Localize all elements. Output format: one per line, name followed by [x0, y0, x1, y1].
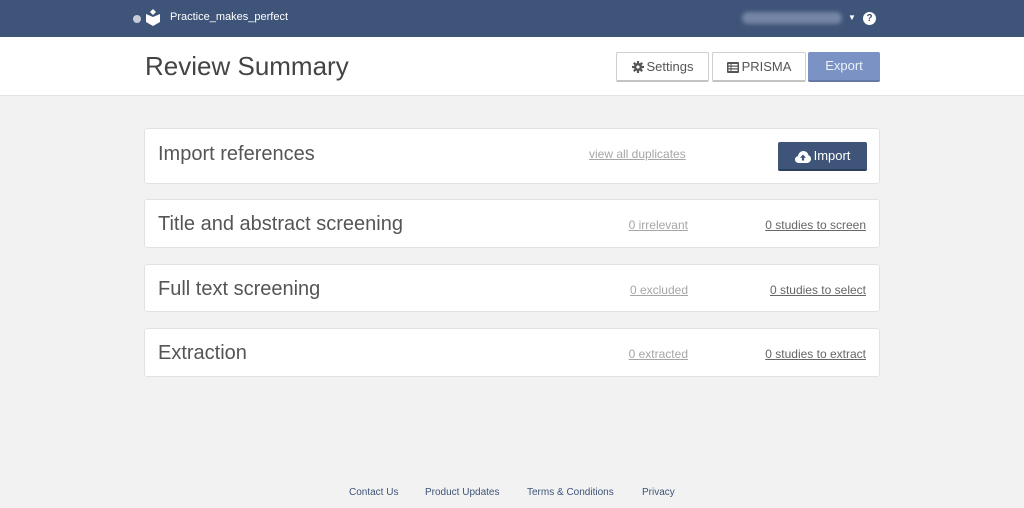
studies-to-screen-link[interactable]: 0 studies to screen — [765, 218, 866, 232]
settings-label: Settings — [646, 59, 694, 74]
export-button[interactable]: Export — [808, 52, 880, 82]
extraction-title: Extraction — [158, 342, 247, 364]
excluded-link[interactable]: 0 excluded — [630, 283, 688, 297]
help-icon[interactable]: ? — [863, 12, 876, 25]
gear-icon — [631, 61, 644, 73]
footer-link-product-updates[interactable]: Product Updates — [425, 487, 500, 498]
import-references-card: Import references view all duplicates Im… — [144, 128, 880, 184]
studies-to-extract-link[interactable]: 0 studies to extract — [765, 347, 866, 361]
studies-to-select-link[interactable]: 0 studies to select — [770, 283, 866, 297]
page-title: Review Summary — [145, 51, 349, 81]
export-label: Export — [825, 58, 863, 73]
import-label: Import — [813, 148, 851, 163]
footer-link-terms-conditions[interactable]: Terms & Conditions — [527, 487, 614, 498]
full-text-screening-title: Full text screening — [158, 278, 321, 300]
import-button[interactable]: Import — [778, 142, 867, 171]
prisma-button[interactable]: PRISMA — [712, 52, 806, 82]
full-text-screening-card: Full text screening 0 excluded 0 studies… — [144, 264, 880, 312]
user-menu[interactable] — [742, 12, 842, 24]
footer-link-privacy[interactable]: Privacy — [642, 487, 675, 498]
irrelevant-link[interactable]: 0 irrelevant — [629, 218, 688, 232]
project-name[interactable]: Practice_makes_perfect — [170, 11, 288, 23]
extraction-card: Extraction 0 extracted 0 studies to extr… — [144, 328, 880, 377]
caret-down-icon[interactable]: ▼ — [848, 13, 856, 22]
title-abstract-screening-title: Title and abstract screening — [158, 213, 403, 235]
logo-box-icon[interactable] — [145, 9, 161, 27]
footer-link-contact-us[interactable]: Contact Us — [349, 487, 398, 498]
title-abstract-screening-card: Title and abstract screening 0 irrelevan… — [144, 199, 880, 248]
cloud-upload-icon — [794, 151, 811, 163]
view-all-duplicates-link[interactable]: view all duplicates — [589, 147, 686, 161]
import-references-title: Import references — [158, 143, 315, 165]
top-navigation-bar: Practice_makes_perfect ▼ ? — [0, 0, 1024, 37]
list-table-icon — [726, 62, 739, 73]
prisma-label: PRISMA — [741, 59, 792, 74]
status-dot-icon — [133, 15, 141, 23]
settings-button[interactable]: Settings — [616, 52, 709, 82]
page-header: Review Summary Settings PRISMA Export — [0, 37, 1024, 96]
extracted-link[interactable]: 0 extracted — [629, 347, 688, 361]
